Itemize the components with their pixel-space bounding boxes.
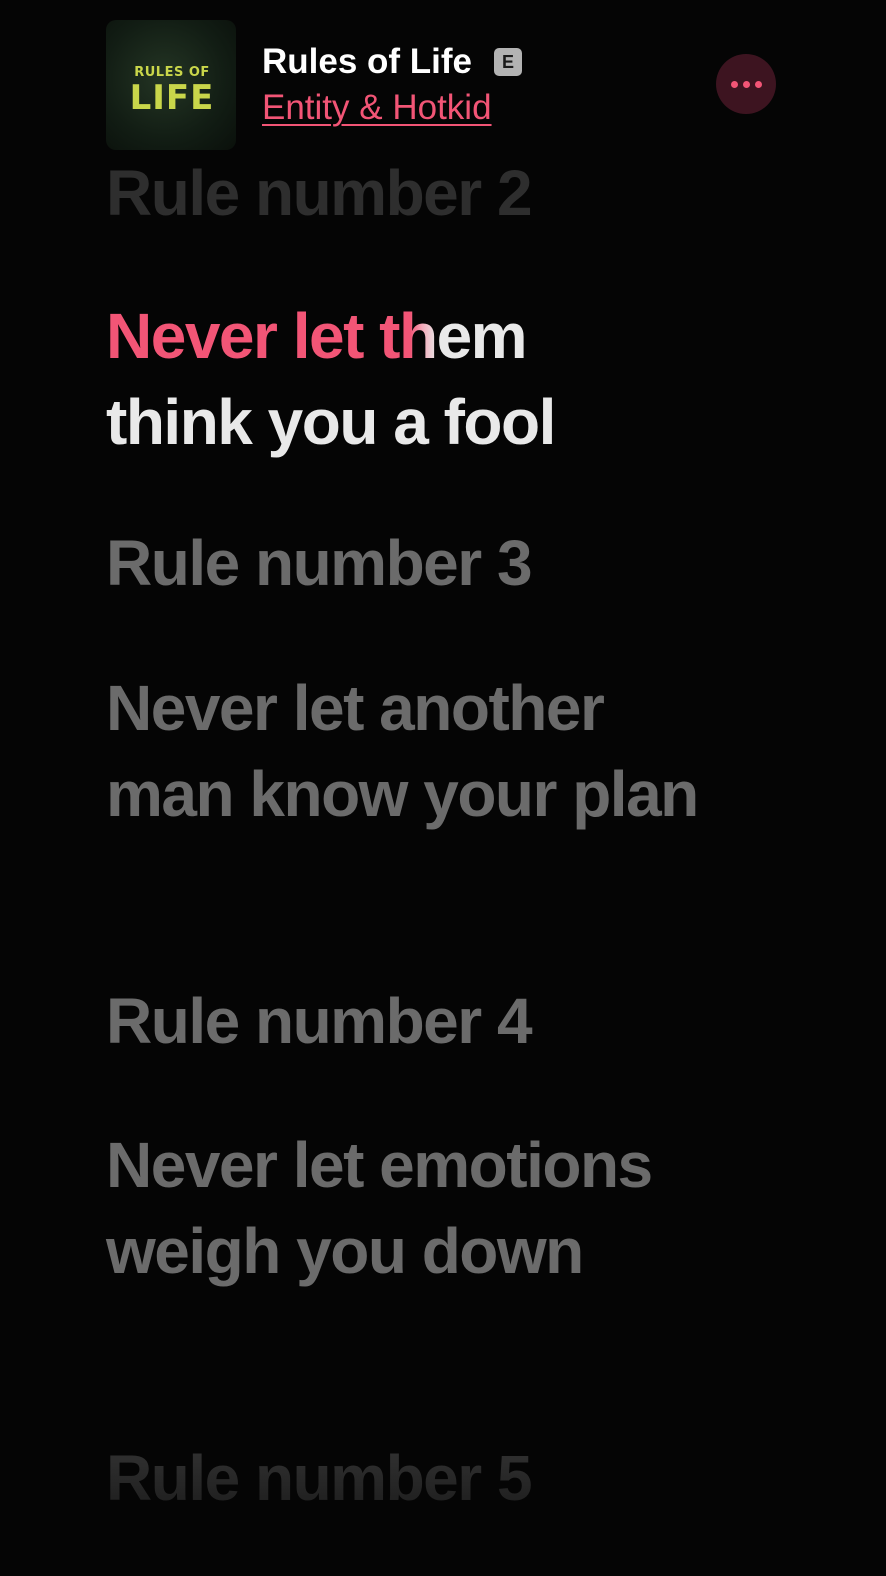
lyric-line[interactable]: Never let emotions weigh you down	[106, 1122, 706, 1294]
ellipsis-dot	[730, 80, 738, 88]
more-options-button[interactable]	[716, 54, 776, 114]
artwork-line-2: LIFE	[129, 78, 215, 118]
lyric-line-next[interactable]: Rule number 5	[106, 1435, 786, 1521]
lyric-line[interactable]: Rule number 4	[106, 978, 786, 1064]
now-playing-header: RULES OF LIFE Rules of Life E Entity & H…	[0, 0, 886, 160]
song-title: Rules of Life	[262, 42, 473, 81]
lyric-partial-portion: h	[398, 300, 438, 372]
artist-link[interactable]: Entity & Hotkid	[262, 86, 492, 130]
lyrics-screen: RULES OF LIFE Rules of Life E Entity & H…	[0, 0, 886, 1576]
ellipsis-dot	[742, 80, 750, 88]
album-artwork[interactable]: RULES OF LIFE	[106, 20, 236, 150]
lyric-line[interactable]: Rule number 3	[106, 520, 786, 606]
ellipsis-dot	[754, 80, 762, 88]
lyric-line[interactable]: Never let another man know your plan	[106, 665, 746, 837]
lyric-line-active[interactable]: Never let them think you a fool	[106, 293, 686, 465]
lyric-line-previous[interactable]: Rule number 2	[106, 150, 786, 236]
explicit-badge: E	[494, 48, 522, 76]
ellipsis-icon	[730, 80, 762, 88]
lyric-sung-portion: Never let t	[106, 300, 400, 372]
